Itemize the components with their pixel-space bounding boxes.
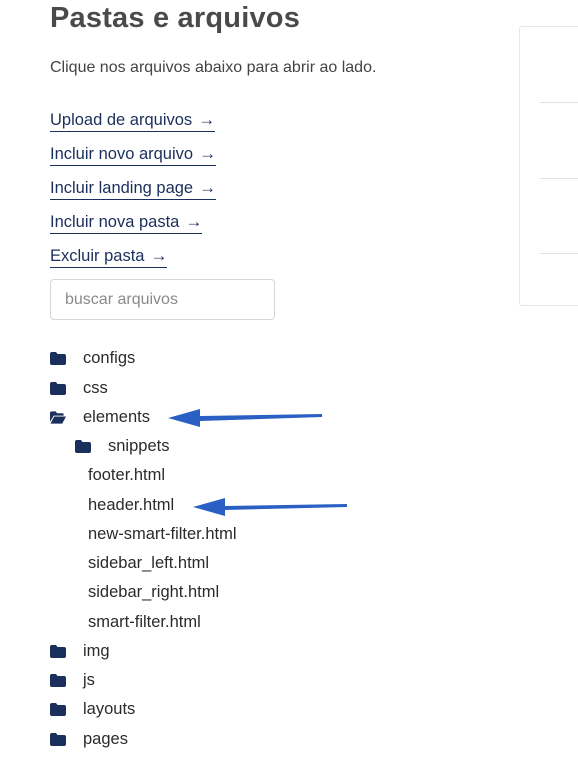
- file-item[interactable]: header.html: [88, 491, 174, 520]
- annotation-arrow-icon: [193, 498, 347, 516]
- arrow-right-icon: →: [199, 178, 217, 197]
- page-title: Pastas e arquivos: [50, 2, 301, 34]
- annotation-arrow-icon: [168, 409, 322, 427]
- new-file-label: Incluir novo arquivo: [50, 145, 194, 163]
- upload-files-label: Upload de arquivos: [50, 111, 193, 129]
- action-new-file: Incluir novo arquivo →: [50, 144, 217, 178]
- folder-name: configs: [83, 349, 136, 367]
- folder-icon: [50, 382, 66, 395]
- action-landing-page: Incluir landing page →: [50, 178, 217, 212]
- folder-icon: [50, 733, 66, 746]
- search-files-input[interactable]: [50, 279, 275, 320]
- new-folder-link[interactable]: Incluir nova pasta →: [50, 212, 203, 234]
- folder-item[interactable]: configs: [50, 344, 135, 373]
- folder-name: layouts: [83, 700, 136, 718]
- file-name: footer.html: [88, 466, 166, 484]
- action-links: Upload de arquivos → Incluir novo arquivo…: [50, 110, 217, 280]
- arrow-right-icon: →: [185, 212, 203, 231]
- folder-item[interactable]: layouts: [50, 695, 135, 724]
- upload-files-link[interactable]: Upload de arquivos →: [50, 110, 216, 132]
- folder-name: pages: [83, 730, 128, 748]
- page-subtitle: Clique nos arquivos abaixo para abrir ao…: [50, 59, 377, 76]
- file-item[interactable]: sidebar_left.html: [88, 549, 209, 578]
- folder-icon: [50, 645, 66, 658]
- folder-item[interactable]: css: [50, 374, 108, 403]
- folder-item[interactable]: js: [50, 666, 95, 695]
- delete-folder-label: Excluir pasta: [50, 247, 145, 265]
- panel-divider: [540, 102, 578, 103]
- folder-icon: [50, 703, 66, 716]
- action-new-folder: Incluir nova pasta →: [50, 212, 216, 246]
- file-item[interactable]: footer.html: [88, 461, 165, 490]
- file-preview-panel: [519, 26, 578, 306]
- file-item[interactable]: smart-filter.html: [88, 608, 201, 637]
- folder-icon: [50, 674, 66, 687]
- folder-open-icon: [50, 411, 66, 424]
- file-item[interactable]: new-smart-filter.html: [88, 520, 237, 549]
- folder-item[interactable]: pages: [50, 725, 128, 754]
- panel-divider: [540, 253, 578, 254]
- folder-item[interactable]: img: [50, 637, 110, 666]
- new-file-link[interactable]: Incluir novo arquivo →: [50, 144, 217, 166]
- arrow-right-icon: →: [150, 246, 168, 265]
- new-landing-page-link[interactable]: Incluir landing page →: [50, 178, 217, 200]
- folder-icon: [75, 440, 91, 453]
- file-item[interactable]: sidebar_right.html: [88, 578, 219, 607]
- file-name: new-smart-filter.html: [88, 525, 237, 543]
- action-upload: Upload de arquivos →: [50, 110, 216, 144]
- panel-divider: [540, 178, 578, 179]
- file-name: sidebar_left.html: [88, 554, 210, 572]
- new-folder-label: Incluir nova pasta: [50, 213, 180, 231]
- folder-icon: [50, 352, 66, 365]
- arrow-right-icon: →: [199, 144, 217, 163]
- folder-name: img: [83, 642, 110, 660]
- file-name: header.html: [88, 496, 175, 514]
- arrow-right-icon: →: [198, 110, 216, 129]
- new-landing-page-label: Incluir landing page: [50, 179, 194, 197]
- file-name: sidebar_right.html: [88, 583, 220, 601]
- folder-name: css: [83, 379, 108, 397]
- folder-name: elements: [83, 408, 150, 426]
- folder-name: snippets: [108, 437, 170, 455]
- subfolder-item[interactable]: snippets: [75, 432, 169, 461]
- action-delete-folder: Excluir pasta →: [50, 246, 216, 280]
- file-name: smart-filter.html: [88, 613, 201, 631]
- delete-folder-link[interactable]: Excluir pasta →: [50, 246, 168, 268]
- folder-item-open[interactable]: elements: [50, 403, 150, 432]
- folder-name: js: [83, 671, 95, 689]
